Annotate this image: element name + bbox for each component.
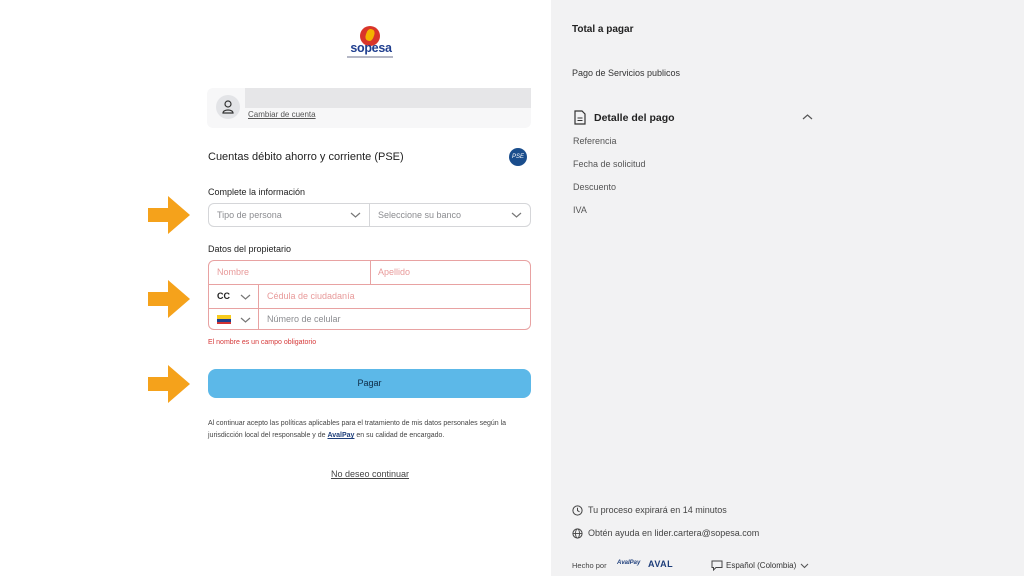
arrow-indicator-icon <box>148 280 190 318</box>
first-name-input[interactable]: Nombre <box>209 261 370 284</box>
payment-description: Pago de Servicios publicos <box>572 68 681 78</box>
pay-button[interactable]: Pagar <box>208 369 531 398</box>
legal-notice: Al continuar acepto las políticas aplica… <box>208 418 538 442</box>
clock-icon <box>572 505 583 516</box>
help-contact: Obtén ayuda en lider.cartera@sopesa.com <box>572 528 812 540</box>
error-message: El nombre es un campo obligatorio <box>208 339 317 346</box>
chevron-up-icon <box>802 114 813 120</box>
expiry-text: Tu proceso expirará en 14 minutos <box>588 505 727 515</box>
avatar <box>216 95 240 119</box>
chat-bubble-icon <box>711 560 723 571</box>
chevron-down-icon <box>240 317 251 323</box>
made-by-label: Hecho por <box>572 561 607 570</box>
pse-icon: PSE <box>509 148 527 166</box>
chevron-down-icon <box>350 212 361 218</box>
help-text: Obtén ayuda en lider.cartera@sopesa.com <box>588 528 760 538</box>
switch-account-link[interactable]: Cambiar de cuenta <box>248 110 316 119</box>
payment-method-title: Cuentas débito ahorro y corriente (PSE) <box>208 151 404 163</box>
sopesa-logo: sopesa <box>344 26 396 62</box>
aval-logo: AVAL <box>648 559 674 569</box>
avalpay-link[interactable]: AvalPay <box>327 432 354 439</box>
expiry-notice: Tu proceso expirará en 14 minutos <box>572 505 792 517</box>
arrow-indicator-icon <box>148 365 190 403</box>
legal-text-end: en su calidad de encargado. <box>354 432 445 439</box>
info-heading: Complete la información <box>208 187 306 197</box>
language-selector[interactable]: Español (Colombia) <box>711 560 811 572</box>
bank-placeholder: Seleccione su banco <box>378 210 462 220</box>
logo-tagline <box>347 56 393 58</box>
document-type-select[interactable]: CC <box>217 285 230 308</box>
owner-fields-group: Nombre Apellido CC Cédula de ciudadanía … <box>208 260 531 330</box>
divider <box>370 261 371 284</box>
owner-heading: Datos del propietario <box>208 244 292 254</box>
selectors-row: Tipo de persona Seleccione su banco <box>208 203 531 227</box>
avalpay-logo: AvalPay <box>617 560 641 566</box>
account-card: Cambiar de cuenta <box>207 88 531 128</box>
cancel-link-label[interactable]: No deseo continuar <box>331 469 409 479</box>
person-type-placeholder: Tipo de persona <box>217 210 282 220</box>
payment-detail-toggle[interactable]: Detalle del pago <box>572 110 814 128</box>
chevron-down-icon <box>240 294 251 300</box>
user-icon <box>222 100 234 114</box>
account-name-redacted <box>245 88 531 108</box>
chevron-down-icon <box>800 563 809 569</box>
detail-item-discount: Descuento <box>573 182 617 192</box>
last-name-input[interactable]: Apellido <box>370 261 530 284</box>
document-number-input[interactable]: Cédula de ciudadanía <box>259 285 530 308</box>
detail-item-reference: Referencia <box>573 136 617 146</box>
document-type-value: CC <box>217 291 230 301</box>
detail-item-iva: IVA <box>573 205 587 215</box>
total-title: Total a pagar <box>572 24 634 35</box>
chevron-down-icon <box>511 212 522 218</box>
document-icon <box>574 110 586 125</box>
logo-text: sopesa <box>350 41 392 55</box>
checkout-form-panel: sopesa Cambiar de cuenta Cuentas débito … <box>0 0 551 576</box>
phone-input[interactable]: Número de celular <box>259 308 530 330</box>
payment-summary-panel <box>551 0 1024 576</box>
person-type-select[interactable]: Tipo de persona <box>209 204 370 226</box>
colombia-flag-icon[interactable] <box>217 315 231 324</box>
globe-icon <box>572 528 583 539</box>
detail-item-request-date: Fecha de solicitud <box>573 159 646 169</box>
payment-detail-label: Detalle del pago <box>594 112 675 124</box>
language-label: Español (Colombia) <box>726 561 797 570</box>
arrow-indicator-icon <box>148 196 190 234</box>
bank-select[interactable]: Seleccione su banco <box>370 204 531 226</box>
